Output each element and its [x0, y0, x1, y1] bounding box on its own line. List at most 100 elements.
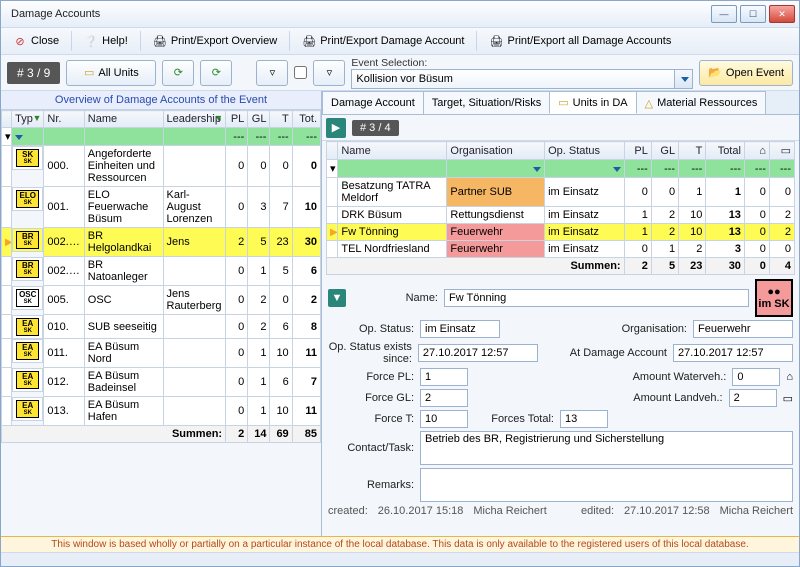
table-row[interactable]: EASK 010.SUB seeseitig 0268 [2, 315, 321, 339]
force-gl-field[interactable] [420, 389, 468, 407]
filter-remove-button[interactable]: ▿ [256, 60, 288, 86]
table-row[interactable]: EASK 012.EA Büsum Badeinsel 0167 [2, 368, 321, 397]
remarks-field[interactable] [420, 468, 793, 502]
detail-form: ▼ Name: ●●im SK Op. Status: Organisation… [322, 275, 799, 517]
col-name[interactable]: Name [338, 142, 447, 160]
left-panel-header: Overview of Damage Accounts of the Event [1, 91, 321, 110]
help-icon: ❔ [84, 34, 98, 48]
filter-row[interactable]: ▾ --- --- --- --- [2, 128, 321, 146]
table-row[interactable]: BRSK 002.02BR Natoanleger 0156 [2, 257, 321, 286]
col-op[interactable]: Op. Status [545, 142, 625, 160]
at-account-field[interactable] [673, 344, 793, 362]
maximize-button[interactable]: ☐ [740, 5, 766, 23]
col-gl[interactable]: GL [651, 142, 678, 160]
col-select[interactable] [2, 111, 12, 128]
print-damage-account-button[interactable]: 🖨 Print/Export Damage Account [296, 32, 470, 50]
name-field[interactable] [444, 289, 749, 307]
filter-checkbox[interactable] [294, 66, 307, 79]
tab-target-situation[interactable]: Target, Situation/Risks [423, 91, 550, 114]
funnel-icon: ▿ [270, 66, 276, 79]
units-grid: Name Organisation Op. Status PL GL T Tot… [326, 141, 795, 275]
col-leadership[interactable]: Leadership▼ [163, 111, 226, 128]
open-icon: 📂 [708, 66, 722, 79]
contact-field[interactable]: Betrieb des BR, Registrierung und Sicher… [420, 431, 793, 465]
print-all-accounts-button[interactable]: 🖨 Print/Export all Damage Accounts [483, 32, 677, 50]
minimize-button[interactable]: — [711, 5, 737, 23]
close-window-button[interactable]: ✕ [769, 5, 795, 23]
col-pl[interactable]: PL [226, 111, 248, 128]
tab-units-in-da[interactable]: ▭Units in DA [549, 91, 636, 114]
at-account-label: At Damage Account [550, 347, 667, 359]
grid-header-row: Name Organisation Op. Status PL GL T Tot… [327, 142, 795, 160]
force-pl-field[interactable] [420, 368, 468, 386]
help-button[interactable]: ❔ Help! [78, 32, 134, 50]
waterveh-field[interactable] [732, 368, 780, 386]
tabstrip: Damage Account Target, Situation/Risks ▭… [322, 91, 799, 115]
remarks-label: Remarks: [328, 479, 414, 491]
table-row[interactable]: SKSK 000.Angeforderte Einheiten und Ress… [2, 146, 321, 187]
filter-apply-button[interactable]: ▿ [313, 60, 345, 86]
created-by: Micha Reichert [473, 505, 546, 517]
table-row[interactable]: DRK BüsumRettungsdienstim Einsatz 121013… [327, 207, 795, 224]
sort-icon: ▼ [214, 113, 223, 123]
table-row[interactable]: TEL NordfrieslandFeuerwehrim Einsatz 012… [327, 241, 795, 258]
col-nr[interactable]: Nr. [44, 111, 84, 128]
event-combo-input[interactable] [351, 69, 675, 89]
event-combo-dropdown[interactable] [675, 69, 693, 89]
chevron-down-icon [15, 135, 23, 140]
table-row[interactable]: EASK 011.EA Büsum Nord 011011 [2, 339, 321, 368]
force-t-field[interactable] [420, 410, 468, 428]
split-body: Overview of Damage Accounts of the Event… [1, 91, 799, 536]
all-units-button[interactable]: ▭ All Units [66, 60, 156, 86]
folder-icon: ▭ [84, 66, 94, 79]
forces-total-label: Forces Total: [474, 413, 554, 425]
table-row[interactable]: EASK 013.EA Büsum Hafen 011011 [2, 397, 321, 426]
col-t[interactable]: T [270, 111, 292, 128]
col-t[interactable]: T [679, 142, 706, 160]
col-total[interactable]: Total [706, 142, 745, 160]
col-waterveh-icon[interactable]: ⌂ [744, 142, 769, 160]
landveh-field[interactable] [729, 389, 777, 407]
print-overview-button[interactable]: 🖨 Print/Export Overview [147, 32, 283, 50]
col-gl[interactable]: GL [248, 111, 270, 128]
op-status-field[interactable] [420, 320, 500, 338]
tab-damage-account[interactable]: Damage Account [322, 91, 424, 114]
table-row[interactable]: ELOSK 001.ELO Feuerwache BüsumKarl-Augus… [2, 187, 321, 228]
main-toolbar: ⊘ Close ❔ Help! 🖨 Print/Export Overview … [1, 27, 799, 55]
since-field[interactable] [418, 344, 538, 362]
edited-label: edited: [581, 505, 614, 517]
organisation-label: Organisation: [607, 323, 687, 335]
table-row[interactable]: ▶ Fw TönningFeuerwehrim Einsatz 121013 0… [327, 224, 795, 241]
col-org[interactable]: Organisation [447, 142, 545, 160]
col-typ[interactable]: Typ▼ [12, 111, 44, 128]
table-row[interactable]: Besatzung TATRA MeldorfPartner SUBim Ein… [327, 178, 795, 207]
refresh-icon: ⟳ [174, 66, 183, 79]
units-grid-wrap[interactable]: Name Organisation Op. Status PL GL T Tot… [322, 141, 799, 275]
table-row[interactable]: OSCSK 005.OSCJens Rauterberg 0202 [2, 286, 321, 315]
filter-row[interactable]: ▾ ------------------ [327, 160, 795, 178]
waterveh-label: Amount Waterveh.: [606, 371, 726, 383]
units-icon: ▭ [558, 96, 568, 109]
unit-counter: # 3 / 4 [352, 120, 399, 136]
window-title: Damage Accounts [5, 8, 708, 20]
organisation-field[interactable] [693, 320, 793, 338]
type-badge: BRSK [16, 231, 39, 249]
col-name[interactable]: Name [84, 111, 163, 128]
play-button[interactable]: ▶ [326, 118, 346, 138]
refresh-all-button[interactable]: ⟳ [200, 60, 232, 86]
col-tot[interactable]: Tot. [292, 111, 320, 128]
damage-accounts-grid: Typ▼ Nr. Name Leadership▼ PL GL T Tot. ▾ [1, 110, 321, 443]
forces-total-field[interactable] [560, 410, 608, 428]
tab-material-resources[interactable]: △Material Ressources [636, 91, 767, 114]
row-pointer-icon: ▶ [330, 226, 338, 238]
refresh-button[interactable]: ⟳ [162, 60, 194, 86]
collapse-button[interactable]: ▼ [328, 289, 346, 307]
col-pl[interactable]: PL [624, 142, 651, 160]
col-landveh-icon[interactable]: ▭ [769, 142, 794, 160]
table-row[interactable]: ▶ BRSK 002.01BR HelgolandkaiJens 252330 [2, 228, 321, 257]
open-event-button[interactable]: 📂 Open Event [699, 60, 793, 86]
summary-row: Summen: 2 5 23 30 0 4 [327, 258, 795, 275]
damage-accounts-grid-wrap[interactable]: Typ▼ Nr. Name Leadership▼ PL GL T Tot. ▾ [1, 110, 321, 536]
close-button[interactable]: ⊘ Close [7, 32, 65, 50]
force-gl-label: Force GL: [328, 392, 414, 404]
